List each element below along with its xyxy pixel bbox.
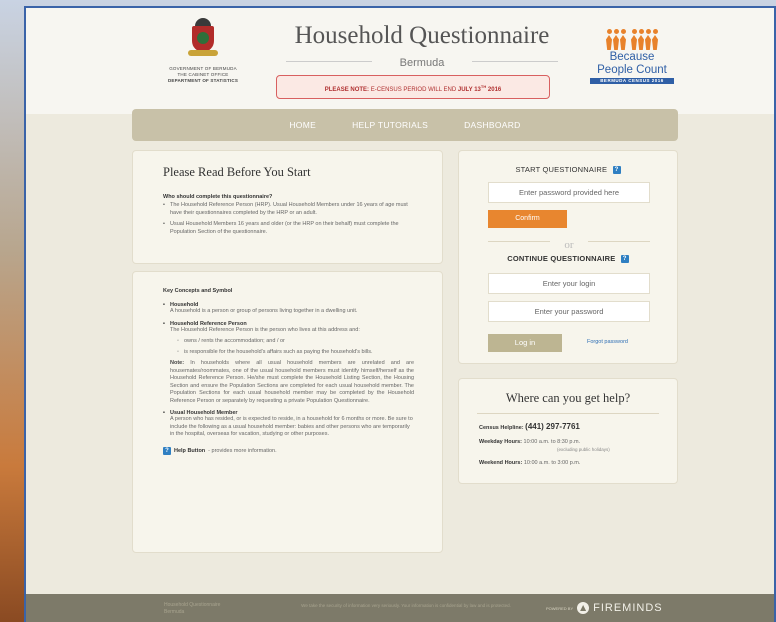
start-questionnaire-panel: START QUESTIONNAIRE ? Confirm or CONTINU… [458, 150, 678, 364]
hrp-note: Note: In households where all usual hous… [163, 360, 414, 405]
start-heading-text: START QUESTIONNAIRE [515, 165, 608, 174]
fireminds-icon [577, 602, 590, 614]
term-title: Usual Household Member [163, 410, 414, 416]
because-people-count-logo: Because People Count BERMUDA CENSUS 2016 [590, 22, 674, 84]
gov-line: DEPARTMENT OF STATISTICS [167, 78, 239, 83]
or-divider: or [488, 235, 650, 251]
weekend-hours: 10:00 a.m. to 3:00 p.m. [523, 460, 581, 466]
term-desc: The Household Reference Person is the pe… [170, 326, 360, 333]
or-text: or [564, 239, 574, 251]
footer-line: Bermuda [164, 609, 185, 615]
note-label: Note: [170, 360, 185, 366]
weekend-label: Weekend Hours: [479, 460, 523, 466]
bpc-line2: People Count [597, 64, 667, 76]
weekday-note: (excluding public holidays) [557, 447, 610, 452]
key-concepts-panel: Key Concepts and Symbol Household A hous… [132, 271, 443, 553]
fireminds-logo[interactable]: POWERED BY FIREMINDS [546, 602, 663, 614]
page-subtitle: Bermuda [399, 57, 445, 69]
notice-sup: TH [480, 84, 487, 89]
intro-list: The Household Reference Person (HRP). Us… [163, 202, 414, 236]
weekday-row: Weekday Hours: 10:00 a.m. to 8:30 p.m. (… [479, 439, 677, 452]
intro-panel: Please Read Before You Start Who should … [132, 150, 443, 264]
intro-title: Please Read Before You Start [163, 165, 311, 179]
notice-label: PLEASE NOTE: [324, 87, 370, 93]
login-input[interactable] [488, 273, 650, 294]
help-button-legend: ? Help Button - provides more informatio… [163, 446, 412, 455]
weekday-label: Weekday Hours: [479, 439, 522, 445]
footer-left: Household Questionnaire Bermuda [164, 602, 220, 616]
government-logo: GOVERNMENT OF BERMUDA THE CABINET OFFICE… [158, 18, 248, 84]
term-household: Household A household is a person or gro… [163, 302, 414, 316]
help-icon[interactable]: ? [612, 166, 621, 175]
term-desc: A household is a person or group of pers… [170, 308, 358, 314]
footer-line: Household Questionnaire [164, 602, 221, 608]
help-panel: Where can you get help? Census Helpline:… [458, 378, 678, 484]
footer-middle: We take the security of information very… [301, 603, 511, 608]
nav-dashboard[interactable]: DASHBOARD [464, 120, 521, 130]
browser-frame: GOVERNMENT OF BERMUDA THE CABINET OFFICE… [24, 6, 776, 622]
term-title: Household Reference Person [163, 321, 414, 327]
bermuda-crest-icon [186, 18, 220, 60]
helpline-row: Census Helpline: (441) 297-7761 [479, 422, 677, 431]
main-nav: HOME HELP TUTORIALS DASHBOARD [132, 109, 678, 141]
concepts-heading: Key Concepts and Symbol [163, 288, 233, 294]
census-notice: PLEASE NOTE: E-CENSUS PERIOD WILL END JU… [276, 75, 550, 99]
helpline-number: (441) 297-7761 [525, 422, 580, 431]
term-hrp: Household Reference Person The Household… [163, 321, 414, 406]
weekday-hours: 10:00 a.m. to 8:30 p.m. [523, 439, 581, 445]
term-title: Household [163, 302, 414, 308]
notice-text: E-CENSUS PERIOD WILL END [370, 87, 457, 93]
help-label: Help Button [174, 447, 206, 454]
help-title: Where can you get help? [505, 391, 631, 405]
bpc-census-banner: BERMUDA CENSUS 2016 [590, 78, 674, 84]
powered-by: POWERED BY [546, 605, 574, 611]
helpline-label: Census Helpline: [479, 425, 524, 431]
help-icon: ? [163, 446, 171, 455]
nav-home[interactable]: HOME [289, 120, 316, 130]
term-usual-member: Usual Household Member A person who has … [163, 410, 414, 439]
subtitle-block: Bermuda [286, 53, 558, 71]
list-item: owns / rents the accommodation; and / or [177, 338, 414, 346]
login-button[interactable]: Log in [488, 334, 562, 352]
nav-help-tutorials[interactable]: HELP TUTORIALS [352, 120, 428, 130]
site-header: GOVERNMENT OF BERMUDA THE CABINET OFFICE… [26, 8, 774, 114]
forgot-password-link[interactable]: Forgot password [587, 339, 628, 345]
term-desc: A person who has resided, or is expected… [170, 416, 413, 437]
site-footer: Household Questionnaire Bermuda We take … [26, 594, 774, 622]
bpc-line1: Because [609, 51, 655, 63]
password-input[interactable] [488, 301, 650, 322]
people-icon [590, 22, 674, 50]
hrp-points: owns / rents the accommodation; and / or… [177, 338, 414, 356]
page-title: Household Questionnaire [294, 22, 550, 49]
intro-question: Who should complete this questionnaire? [163, 194, 273, 200]
list-item: is responsible for the household's affai… [177, 349, 414, 357]
continue-heading: CONTINUE QUESTIONNAIRE ? [459, 254, 677, 264]
password-provided-input[interactable] [488, 182, 650, 203]
notice-date: JULY 13 [457, 87, 481, 93]
help-icon[interactable]: ? [620, 255, 629, 264]
fireminds-brand: FIREMINDS [593, 602, 663, 614]
list-item: Usual Household Members 16 years and old… [163, 221, 414, 236]
weekend-row: Weekend Hours: 10:00 a.m. to 3:00 p.m. [479, 460, 677, 466]
start-heading: START QUESTIONNAIRE ? [459, 165, 677, 175]
continue-heading-text: CONTINUE QUESTIONNAIRE [507, 254, 616, 263]
confirm-button[interactable]: Confirm [488, 210, 567, 228]
note-text: In households where all usual household … [170, 360, 415, 404]
list-item: The Household Reference Person (HRP). Us… [163, 202, 414, 217]
notice-year: 2016 [487, 87, 502, 93]
help-text: - provides more information. [208, 447, 277, 454]
